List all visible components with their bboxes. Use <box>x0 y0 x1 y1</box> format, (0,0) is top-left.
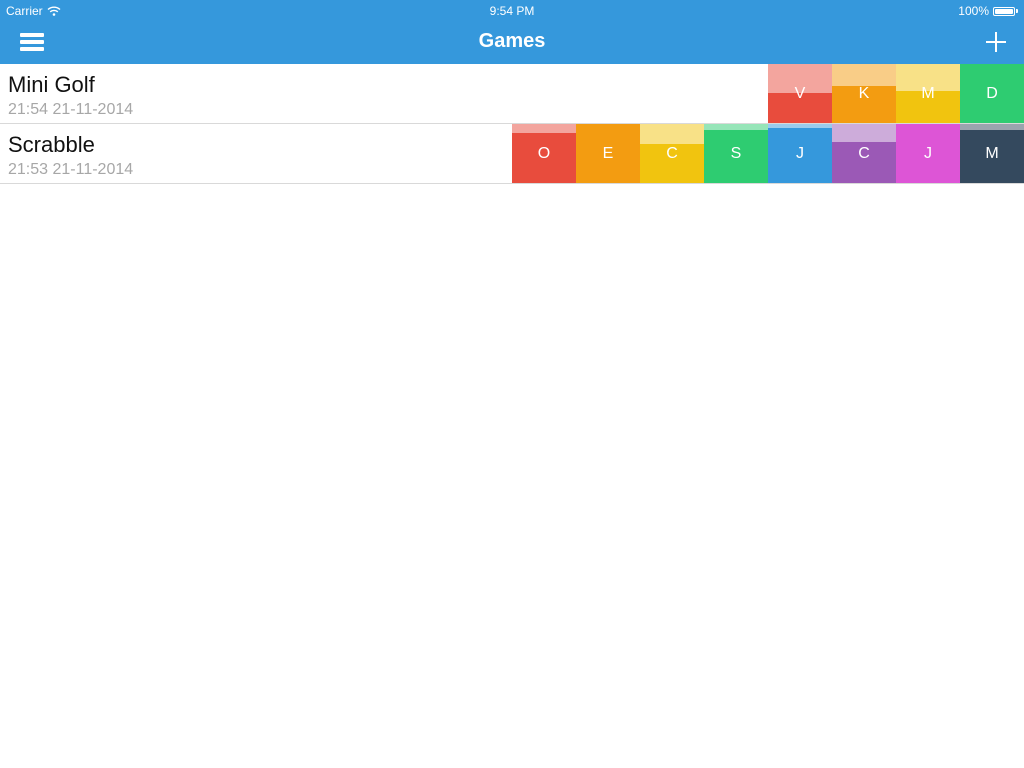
player-score-bar: E <box>576 124 640 183</box>
page-title: Games <box>478 30 546 52</box>
status-bar: Carrier 9:54 PM 100% <box>0 0 1024 20</box>
player-tile[interactable]: K <box>832 64 896 123</box>
player-score-bar: M <box>896 85 960 123</box>
player-tile[interactable]: S <box>704 124 768 183</box>
player-tile[interactable]: J <box>768 124 832 183</box>
player-tile[interactable]: V <box>768 64 832 123</box>
player-initial: D <box>986 84 998 102</box>
game-date: 21:53 21-11-2014 <box>8 161 134 178</box>
player-score-bar: M <box>960 130 1024 183</box>
player-score-remainder <box>832 64 896 86</box>
player-initial: K <box>858 84 870 102</box>
add-game-icon[interactable] <box>986 32 1006 52</box>
status-time: 9:54 PM <box>489 4 535 18</box>
player-tile[interactable]: O <box>512 124 576 183</box>
games-list: Mini Golf 21:54 21-11-2014 V K M D Scrabble 21:… <box>0 64 1024 184</box>
app-header: Carrier 9:54 PM 100% Games <box>0 0 1024 64</box>
player-score-bar: D <box>960 64 1024 123</box>
player-score-bar: C <box>832 142 896 183</box>
player-score-bar: O <box>512 133 576 183</box>
battery-percent: 100% <box>958 4 989 18</box>
player-score-bar: S <box>704 130 768 183</box>
player-tile[interactable]: E <box>576 124 640 183</box>
battery-icon <box>993 6 1015 16</box>
game-row[interactable]: Mini Golf 21:54 21-11-2014 V K M D <box>0 64 1024 124</box>
player-initial: E <box>602 144 614 162</box>
game-name: Mini Golf <box>8 72 95 97</box>
player-score-remainder <box>640 124 704 144</box>
player-initial: M <box>985 144 999 162</box>
player-tiles: VKMD <box>768 64 1024 123</box>
player-score-bar: V <box>768 85 832 123</box>
player-initial: C <box>858 144 870 162</box>
player-tile[interactable]: M <box>960 124 1024 183</box>
player-score-bar: C <box>640 144 704 183</box>
player-initial: J <box>924 144 932 162</box>
player-tile[interactable]: C <box>832 124 896 183</box>
player-tile[interactable]: J <box>896 124 960 183</box>
player-initial: C <box>666 144 678 162</box>
game-row[interactable]: Scrabble 21:53 21-11-2014 O E C S J C J M <box>0 124 1024 184</box>
battery-status: 100% <box>958 4 1018 18</box>
player-score-bar: J <box>768 128 832 183</box>
battery-fill <box>995 8 1013 14</box>
player-initial: V <box>794 84 806 102</box>
player-initial: M <box>921 84 935 102</box>
player-initial: J <box>796 144 804 162</box>
player-initial: S <box>730 144 742 162</box>
player-tile[interactable]: M <box>896 64 960 123</box>
battery-cap <box>1016 9 1018 13</box>
player-initial: O <box>537 144 551 162</box>
player-tile[interactable]: C <box>640 124 704 183</box>
player-score-remainder <box>832 124 896 142</box>
nav-bar: Games <box>0 20 1024 64</box>
game-name: Scrabble <box>8 132 95 157</box>
player-score-bar: K <box>832 84 896 123</box>
player-tiles: OECSJCJM <box>512 124 1024 183</box>
player-tile[interactable]: D <box>960 64 1024 123</box>
player-score-bar: J <box>896 124 960 183</box>
player-score-remainder <box>512 124 576 133</box>
game-date: 21:54 21-11-2014 <box>8 101 134 118</box>
